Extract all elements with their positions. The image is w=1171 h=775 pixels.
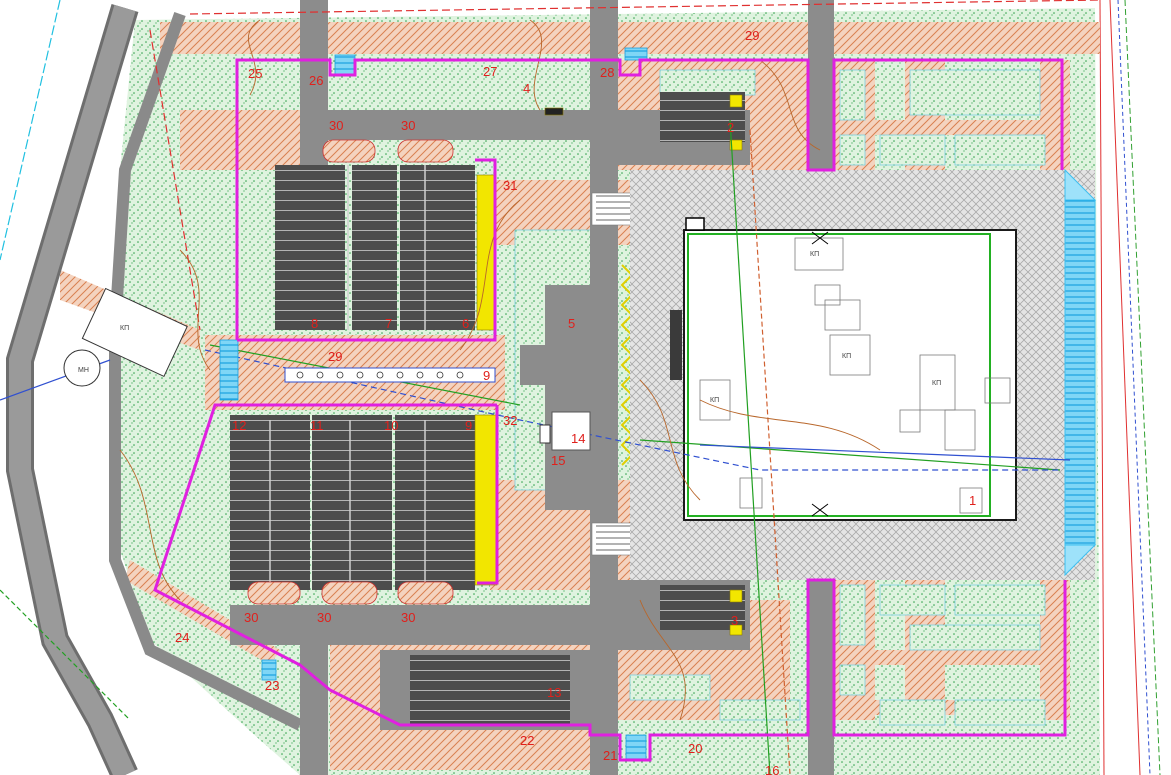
label-31: 31 (503, 178, 517, 193)
label-30d: 30 (317, 610, 331, 625)
label-30e: 30 (401, 610, 415, 625)
label-30c: 30 (244, 610, 258, 625)
label-kp-3: КП (932, 380, 941, 387)
label-9b: 9 (465, 418, 472, 433)
label-26: 26 (309, 73, 323, 88)
label-25: 25 (248, 66, 262, 81)
label-12: 12 (232, 418, 246, 433)
label-15: 15 (551, 453, 565, 468)
label-30a: 30 (329, 118, 343, 133)
label-7: 7 (385, 316, 392, 331)
label-9a: 9 (483, 368, 490, 383)
label-29b: 29 (328, 349, 342, 364)
label-27: 27 (483, 64, 497, 79)
label-kp-2: КП (710, 397, 719, 404)
label-2: 2 (727, 120, 734, 135)
label-28: 28 (600, 65, 614, 80)
label-8: 8 (311, 316, 318, 331)
label-22: 22 (520, 733, 534, 748)
label-6: 6 (462, 316, 469, 331)
label-32: 32 (503, 413, 517, 428)
label-16: 16 (765, 763, 779, 775)
label-5: 5 (568, 316, 575, 331)
label-20: 20 (688, 741, 702, 756)
label-13: 13 (547, 685, 561, 700)
label-10: 10 (384, 418, 398, 433)
label-kp-4: КП (842, 353, 851, 360)
label-21: 21 (603, 748, 617, 763)
label-mh: МН (78, 367, 89, 374)
label-30b: 30 (401, 118, 415, 133)
label-14: 14 (571, 431, 585, 446)
label-23: 23 (265, 678, 279, 693)
label-1: 1 (969, 493, 976, 508)
label-24: 24 (175, 630, 189, 645)
label-29a: 29 (745, 28, 759, 43)
label-kp-west: КП (120, 325, 129, 332)
label-11: 11 (310, 418, 324, 433)
bench-row (284, 367, 496, 383)
label-kp-1: КП (810, 251, 819, 258)
water-strip (1064, 199, 1096, 546)
label-3: 3 (731, 613, 738, 628)
label-4: 4 (523, 81, 530, 96)
site-plan: 1 2 3 4 5 6 7 8 9 9 10 11 12 13 14 15 16… (0, 0, 1171, 775)
